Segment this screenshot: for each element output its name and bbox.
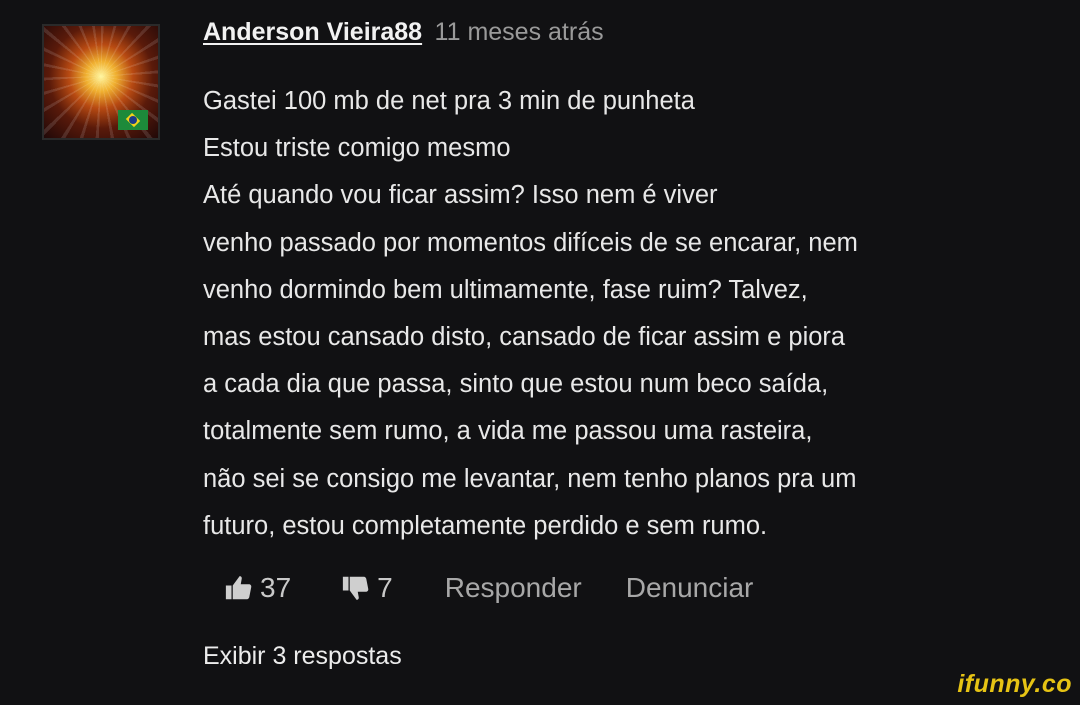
watermark-logo: ifunny.co [957, 670, 1072, 698]
dislike-count: 7 [377, 572, 393, 603]
thumbs-up-icon [224, 573, 254, 603]
thumbs-down-icon [341, 573, 371, 603]
comment-line: Estou triste comigo mesmo [203, 134, 511, 163]
like-button[interactable]: 37 [224, 572, 291, 604]
comment-line: a cada dia que passa, sinto que estou nu… [203, 370, 829, 399]
like-count: 37 [260, 572, 292, 603]
avatar[interactable] [42, 24, 160, 140]
dislike-button[interactable]: 7 [341, 572, 393, 604]
comment-line: mas estou cansado disto, cansado de fica… [203, 323, 846, 352]
comment-line: venho passado por momentos difíceis de s… [203, 228, 858, 257]
comment-timestamp[interactable]: 11 meses atrás [435, 18, 604, 46]
view-replies-button[interactable]: Exibir 3 respostas [203, 642, 402, 671]
comment-text: Gastei 100 mb de net pra 3 min de punhet… [203, 78, 1063, 550]
comment-line: Até quando vou ficar assim? Isso nem é v… [203, 181, 718, 210]
comment-line: totalmente sem rumo, a vida me passou um… [203, 417, 813, 446]
brazil-flag-icon [118, 110, 148, 130]
comment-header: Anderson Vieira88 11 meses atrás [203, 18, 604, 47]
comment-line: futuro, estou completamente perdido e se… [203, 511, 768, 540]
comment-line: Gastei 100 mb de net pra 3 min de punhet… [203, 87, 695, 115]
comment-actions: 37 7 Responder Denunciar [224, 566, 753, 610]
author-name[interactable]: Anderson Vieira88 [203, 18, 422, 46]
reply-button[interactable]: Responder [445, 572, 582, 604]
comment-line: venho dormindo bem ultimamente, fase rui… [203, 275, 808, 304]
comment-line: não sei se consigo me levantar, nem tenh… [203, 464, 857, 493]
report-button[interactable]: Denunciar [626, 572, 754, 604]
